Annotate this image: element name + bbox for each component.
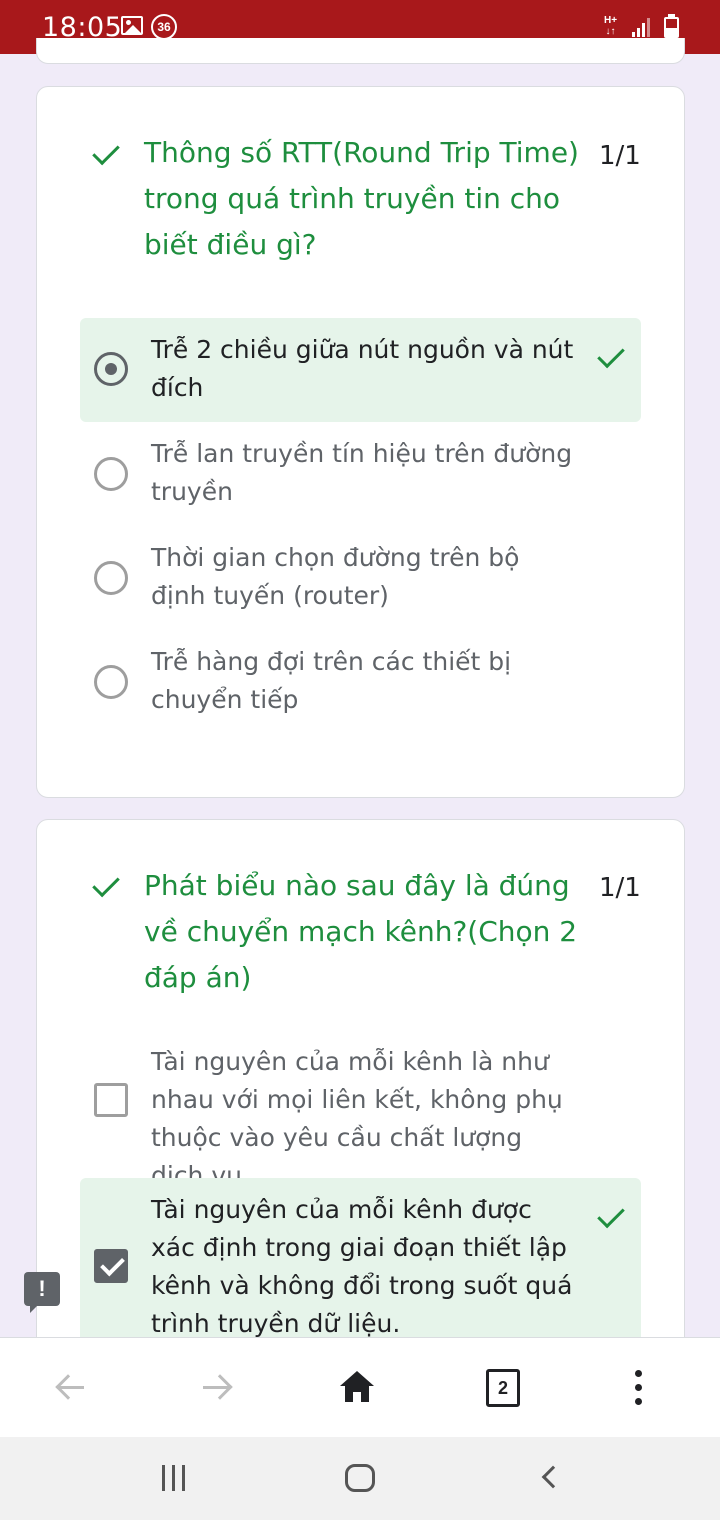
tabs-button[interactable]: 2 (452, 1338, 552, 1438)
option-label: Thời gian chọn đường trên bộ định tuyến … (151, 543, 520, 610)
option-label: Trễ lan truyền tín hiệu trên đường truyề… (151, 439, 573, 506)
question-score: 1/1 (599, 141, 641, 171)
battery-icon (664, 14, 679, 38)
option-label: Tài nguyên của mỗi kênh là như nhau với … (151, 1047, 563, 1190)
tabs-icon: 2 (486, 1369, 520, 1407)
correct-check-icon (596, 1204, 626, 1230)
feedback-button[interactable]: ! (24, 1272, 60, 1313)
option[interactable]: Tài nguyên của mỗi kênh là như nhau với … (80, 1030, 641, 1190)
home-icon (340, 1371, 374, 1403)
checkbox-checked-icon[interactable] (94, 1249, 128, 1283)
question-title: Phát biểu nào sau đây là đúng về chuyển … (144, 869, 578, 994)
checkbox-unchecked-icon[interactable] (94, 1083, 128, 1117)
previous-question-card (36, 38, 685, 64)
radio-selected-icon[interactable] (94, 352, 128, 386)
option[interactable]: Trễ lan truyền tín hiệu trên đường truyề… (80, 423, 641, 527)
back-arrow-icon (55, 1374, 84, 1402)
signal-icon (628, 17, 650, 37)
more-vert-icon (635, 1370, 643, 1406)
home-button-icon[interactable] (345, 1464, 375, 1492)
radio-unselected-icon[interactable] (94, 561, 128, 595)
question-card-1: Thông số RTT(Round Trip Time) trong quá … (36, 86, 685, 798)
option-label: Trễ hàng đợi trên các thiết bị chuyển ti… (151, 647, 512, 714)
forward-arrow-icon (203, 1374, 233, 1402)
correct-check-icon (90, 873, 122, 899)
home-button[interactable] (307, 1338, 407, 1438)
correct-check-icon (90, 141, 122, 167)
option-label: Tài nguyên của mỗi kênh được xác định tr… (151, 1195, 573, 1338)
notification-count-icon: 36 (151, 14, 177, 40)
option[interactable]: Trễ hàng đợi trên các thiết bị chuyển ti… (80, 631, 641, 735)
radio-unselected-icon[interactable] (94, 665, 128, 699)
correct-check-icon (596, 344, 626, 370)
question-card-2: Phát biểu nào sau đây là đúng về chuyển … (36, 819, 685, 1379)
question-title: Thông số RTT(Round Trip Time) trong quá … (144, 136, 579, 261)
menu-button[interactable] (590, 1338, 690, 1438)
network-type-label: H+ (604, 15, 618, 26)
forward-button[interactable] (167, 1338, 267, 1438)
option-label: Trễ 2 chiều giữa nút nguồn và nút đích (151, 335, 574, 402)
option-correct-selected[interactable]: Trễ 2 chiều giữa nút nguồn và nút đích (80, 318, 641, 422)
option[interactable]: Thời gian chọn đường trên bộ định tuyến … (80, 527, 641, 631)
browser-toolbar: 2 (0, 1337, 720, 1437)
radio-unselected-icon[interactable] (94, 457, 128, 491)
question-score: 1/1 (599, 873, 641, 903)
back-button[interactable] (20, 1338, 120, 1438)
gallery-icon (121, 16, 143, 35)
recent-apps-icon[interactable] (160, 1465, 188, 1491)
back-icon[interactable] (541, 1465, 565, 1489)
network-hplus-icon: H+ ↓↑ (604, 15, 618, 37)
system-navigation-bar (0, 1437, 720, 1520)
